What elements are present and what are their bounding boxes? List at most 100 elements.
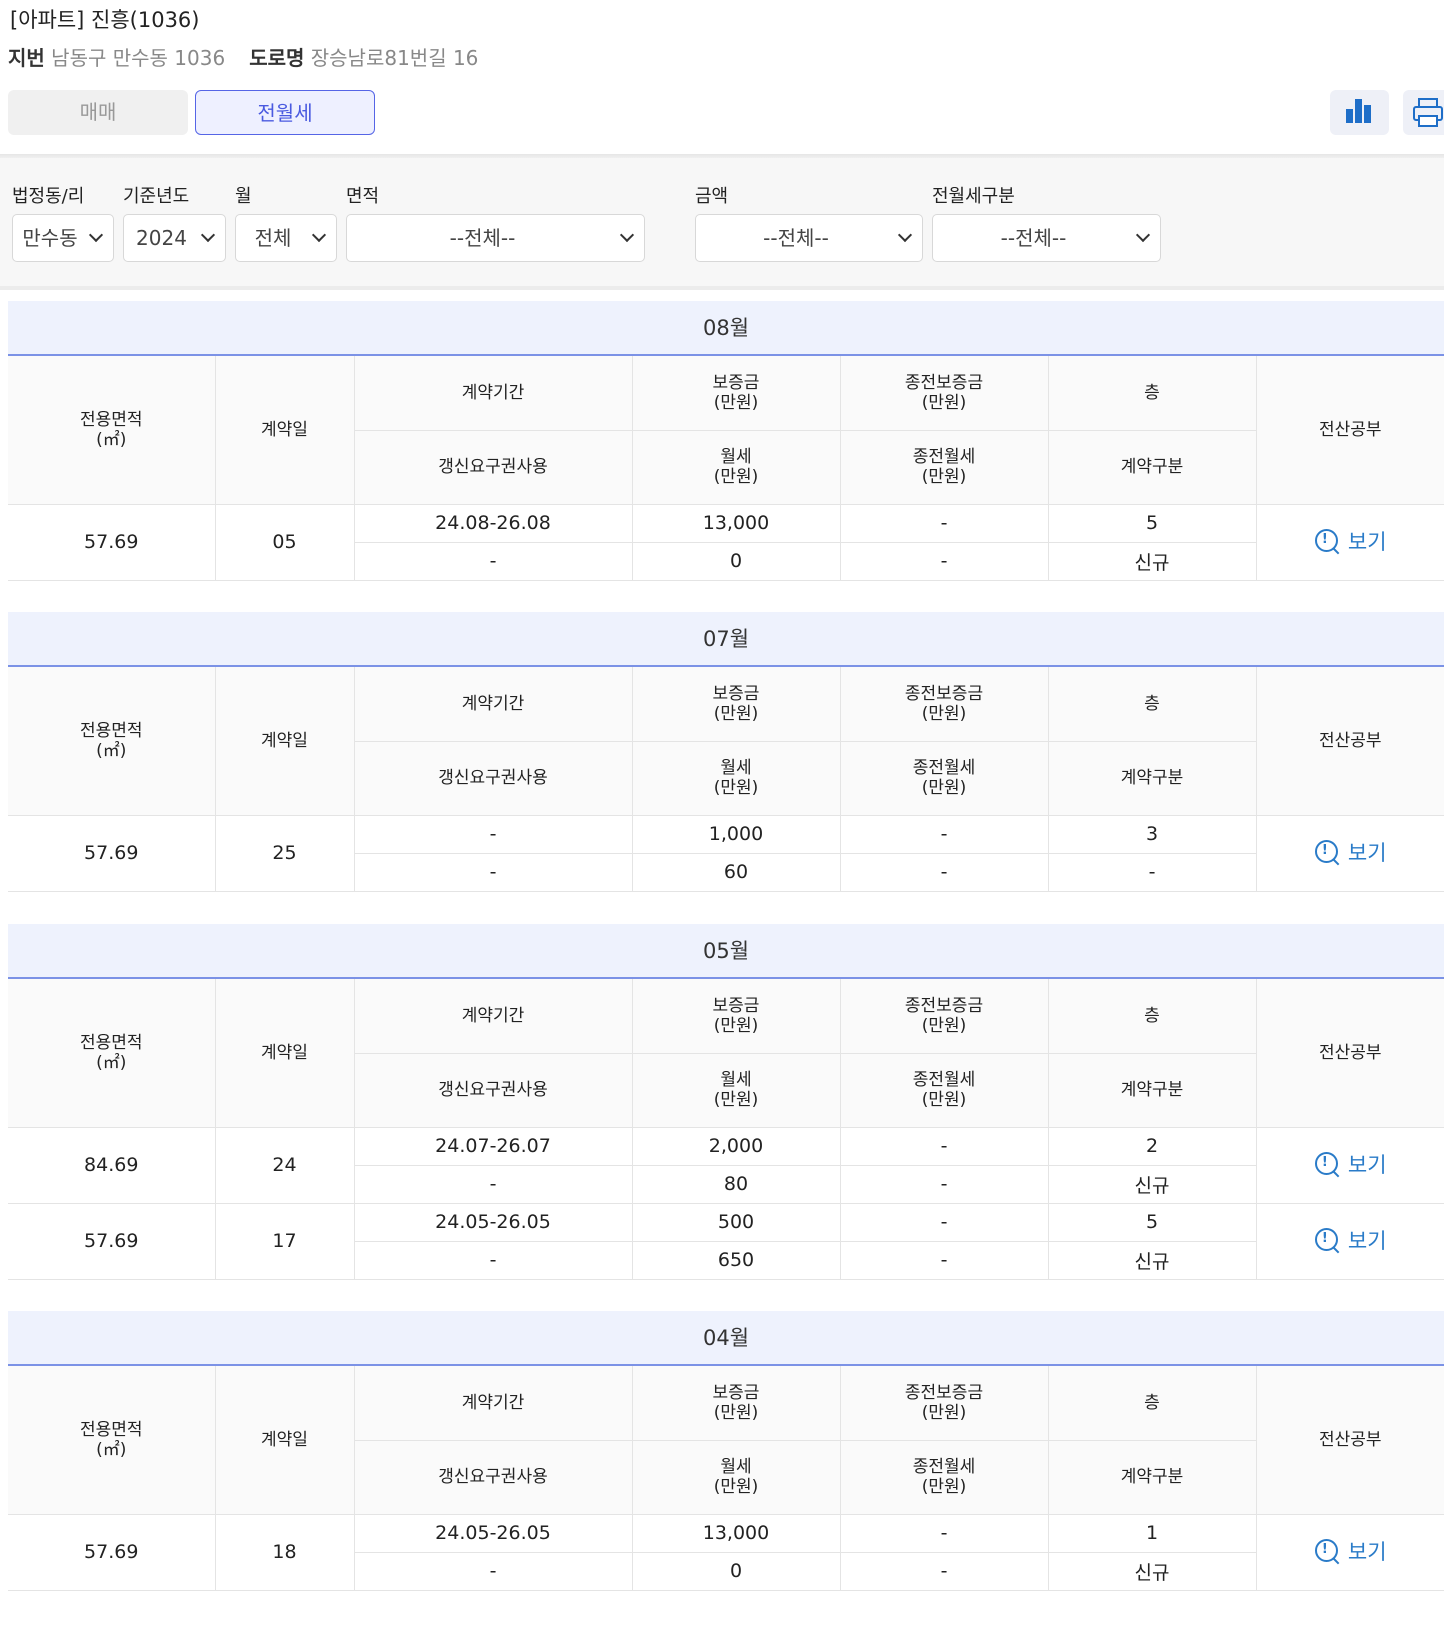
cell-rent: 80 — [632, 1165, 841, 1204]
col-floor: 층 — [1048, 667, 1257, 742]
cell-prev-deposit: - — [840, 815, 1049, 854]
col-renew: 갱신요구권사용 — [354, 1053, 633, 1128]
cell-renew: - — [354, 542, 633, 581]
transaction-table: 전용면적 (㎡) 계약일 계약기간 보증금 (만원) 종전보증금 (만원) 층 전산공부 갱신요구권… — [8, 1366, 1444, 1591]
dong-select[interactable]: 만수동 — [12, 214, 114, 262]
cell-floor: 2 — [1048, 1127, 1257, 1166]
col-registry: 전산공부 — [1256, 356, 1444, 505]
col-prev-deposit: 종전보증금 (만원) — [840, 1366, 1049, 1441]
col-rent: 월세 (만원) — [632, 1440, 841, 1515]
cell-prev-rent: - — [840, 1165, 1049, 1204]
view-registry-link[interactable]: ! 보기 — [1314, 1149, 1387, 1179]
col-contract-type: 계약구분 — [1048, 1053, 1257, 1128]
col-rent: 월세 (만원) — [632, 430, 841, 505]
cell-prev-rent: - — [840, 1241, 1049, 1280]
cell-registry: ! 보기 — [1256, 1127, 1444, 1204]
col-renew: 갱신요구권사용 — [354, 741, 633, 816]
cell-area: 57.69 — [8, 504, 216, 581]
view-registry-link[interactable]: ! 보기 — [1314, 1536, 1387, 1566]
chart-button[interactable] — [1330, 90, 1389, 135]
cell-prev-rent: - — [840, 542, 1049, 581]
cell-floor: 3 — [1048, 815, 1257, 854]
chevron-down-icon — [88, 227, 104, 243]
view-label: 보기 — [1347, 1228, 1387, 1253]
col-deposit: 보증금 (만원) — [632, 979, 841, 1054]
print-icon — [1413, 98, 1443, 127]
road-label: 도로명 — [249, 46, 305, 70]
transaction-table: 전용면적 (㎡) 계약일 계약기간 보증금 (만원) 종전보증금 (만원) 층 전산공부 갱신요구권… — [8, 979, 1444, 1280]
cell-contract-type: 신규 — [1048, 1241, 1257, 1280]
col-registry: 전산공부 — [1256, 979, 1444, 1128]
chevron-down-icon — [897, 227, 913, 243]
col-registry: 전산공부 — [1256, 1366, 1444, 1515]
address-line: 지번 남동구 만수동 1036 도로명 장승남로81번길 16 — [8, 42, 478, 71]
col-floor: 층 — [1048, 356, 1257, 431]
cell-area: 57.69 — [8, 1514, 216, 1591]
col-prev-rent: 종전월세 (만원) — [840, 1440, 1049, 1515]
chevron-down-icon — [619, 227, 635, 243]
cell-registry: ! 보기 — [1256, 504, 1444, 581]
alert-search-icon: ! — [1314, 1151, 1340, 1177]
chevron-down-icon — [1135, 227, 1151, 243]
view-label: 보기 — [1347, 1539, 1387, 1564]
filter-area-label: 면적 — [346, 186, 380, 207]
cell-contract-type: 신규 — [1048, 1165, 1257, 1204]
view-registry-link[interactable]: ! 보기 — [1314, 1225, 1387, 1255]
cell-period: 24.05-26.05 — [354, 1514, 633, 1553]
col-prev-deposit: 종전보증금 (만원) — [840, 356, 1049, 431]
filter-amount-label: 금액 — [695, 186, 729, 207]
month-select-value: 전체 — [254, 226, 292, 250]
rent-type-select[interactable]: --전체-- — [932, 214, 1161, 262]
cell-floor: 5 — [1048, 1203, 1257, 1242]
print-button[interactable] — [1403, 90, 1444, 135]
cell-prev-deposit: - — [840, 1127, 1049, 1166]
amount-select[interactable]: --전체-- — [695, 214, 923, 262]
cell-area: 57.69 — [8, 1203, 216, 1280]
month-select[interactable]: 전체 — [235, 214, 337, 262]
cell-day: 24 — [215, 1127, 355, 1204]
tab-rent[interactable]: 전월세 — [195, 90, 375, 135]
col-prev-rent: 종전월세 (만원) — [840, 430, 1049, 505]
col-rent: 월세 (만원) — [632, 1053, 841, 1128]
cell-contract-type: 신규 — [1048, 1552, 1257, 1591]
cell-renew: - — [354, 1241, 633, 1280]
cell-deposit: 500 — [632, 1203, 841, 1242]
table-row: 57.69 25-1,000-3! 보기 — [8, 815, 1444, 892]
alert-search-icon: ! — [1314, 1538, 1340, 1564]
month-header: 05월 — [8, 924, 1444, 979]
view-registry-link[interactable]: ! 보기 — [1314, 837, 1387, 867]
cell-renew: - — [354, 1165, 633, 1204]
view-registry-link[interactable]: ! 보기 — [1314, 526, 1387, 556]
col-deposit: 보증금 (만원) — [632, 1366, 841, 1441]
tab-sale[interactable]: 매매 — [8, 90, 188, 135]
col-area: 전용면적 (㎡) — [8, 667, 216, 816]
cell-period: 24.07-26.07 — [354, 1127, 633, 1166]
cell-rent: 650 — [632, 1241, 841, 1280]
month-header: 04월 — [8, 1311, 1444, 1366]
cell-deposit: 1,000 — [632, 815, 841, 854]
filter-rent-type-label: 전월세구분 — [932, 186, 1015, 207]
cell-rent: 60 — [632, 853, 841, 892]
cell-contract-type: 신규 — [1048, 542, 1257, 581]
col-area: 전용면적 (㎡) — [8, 1366, 216, 1515]
area-select[interactable]: --전체-- — [346, 214, 645, 262]
cell-floor: 5 — [1048, 504, 1257, 543]
col-prev-rent: 종전월세 (만원) — [840, 741, 1049, 816]
filter-year-label: 기준년도 — [123, 186, 190, 207]
month-section: 05월 전용면적 (㎡) 계약일 계약기간 보증금 (만원) 종전보증금 (만원) 층 전산공부 갱신… — [8, 924, 1444, 1280]
jibun-value: 남동구 만수동 1036 — [51, 46, 226, 70]
table-row: 57.69 05 24.08-26.08 13,000-5! 보기 — [8, 504, 1444, 581]
view-label: 보기 — [1347, 840, 1387, 865]
col-contract-type: 계약구분 — [1048, 1440, 1257, 1515]
month-header: 07월 — [8, 612, 1444, 667]
cell-period: - — [354, 815, 633, 854]
alert-search-icon: ! — [1314, 528, 1340, 554]
year-select[interactable]: 2024 — [123, 214, 226, 262]
month-section: 04월 전용면적 (㎡) 계약일 계약기간 보증금 (만원) 종전보증금 (만원) 층 전산공부 갱신… — [8, 1311, 1444, 1591]
cell-area: 84.69 — [8, 1127, 216, 1204]
cell-day: 18 — [215, 1514, 355, 1591]
table-row: 57.69 17 24.05-26.05 500-5! 보기 — [8, 1203, 1444, 1280]
cell-deposit: 13,000 — [632, 1514, 841, 1553]
chevron-down-icon — [200, 227, 216, 243]
col-prev-deposit: 종전보증금 (만원) — [840, 979, 1049, 1054]
